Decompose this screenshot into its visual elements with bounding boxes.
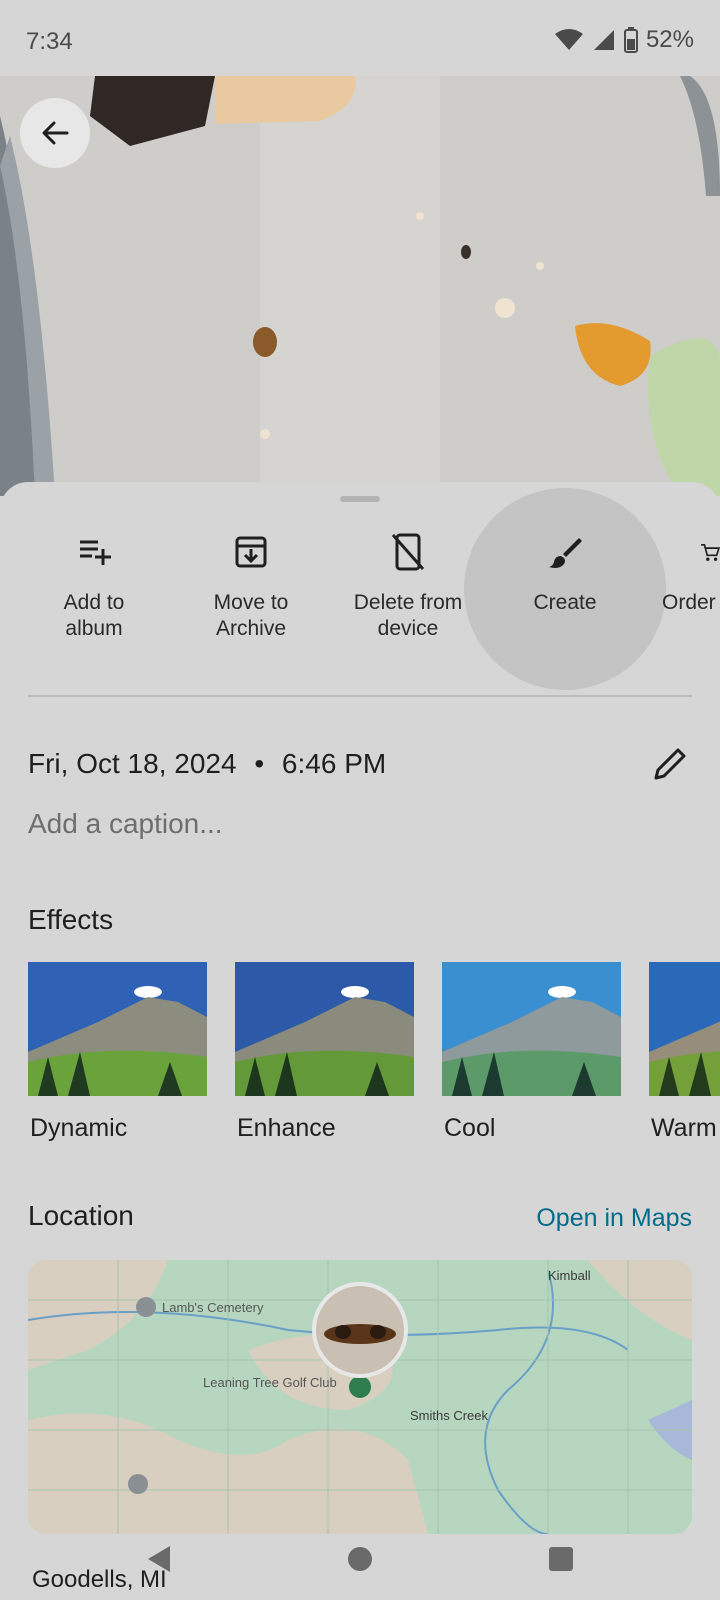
move-to-archive-button[interactable]: Move to Archive bbox=[173, 520, 329, 670]
wifi-icon bbox=[554, 29, 583, 50]
effect-label: Dynamic bbox=[30, 1114, 128, 1142]
action-label: Add to bbox=[63, 591, 125, 614]
effect-label: Enhance bbox=[237, 1114, 336, 1142]
effect-warm[interactable]: Warm bbox=[649, 962, 720, 1143]
action-row: Add to album Move to Archive Delete from de… bbox=[0, 520, 720, 680]
nav-home-icon[interactable] bbox=[347, 1546, 373, 1572]
divider bbox=[28, 695, 692, 697]
map-label-cemetery: Lamb's Cemetery bbox=[162, 1300, 264, 1315]
photo-view[interactable] bbox=[0, 76, 720, 496]
action-label: Move to bbox=[213, 591, 289, 614]
effect-thumbnail bbox=[649, 962, 720, 1096]
effects-title: Effects bbox=[28, 904, 114, 935]
sheet-drag-handle[interactable] bbox=[340, 496, 380, 502]
phone-delete-icon bbox=[391, 533, 425, 571]
pencil-icon bbox=[654, 748, 686, 780]
effect-label: Cool bbox=[444, 1114, 496, 1142]
effect-enhance[interactable]: Enhance bbox=[235, 962, 414, 1143]
nav-recents-icon[interactable] bbox=[548, 1546, 574, 1572]
battery-icon bbox=[623, 27, 638, 53]
effect-cool[interactable]: Cool bbox=[442, 962, 621, 1143]
add-to-album-button[interactable]: Add to album bbox=[16, 520, 172, 670]
location-title: Location bbox=[28, 1200, 134, 1231]
location-place-name: Goodells, MI bbox=[32, 1566, 167, 1593]
status-icons: 52% bbox=[554, 26, 694, 54]
photo-image bbox=[0, 76, 720, 496]
cart-icon bbox=[701, 543, 720, 561]
effect-dynamic[interactable]: Dynamic bbox=[28, 962, 207, 1143]
status-bar: 7:34 52% bbox=[0, 0, 720, 76]
map-label-smiths-creek: Smiths Creek bbox=[410, 1408, 489, 1423]
brush-icon bbox=[549, 538, 582, 568]
open-in-maps-link[interactable]: Open in Maps bbox=[536, 1204, 692, 1233]
signal-icon bbox=[593, 30, 614, 50]
action-label: Archive bbox=[215, 617, 287, 640]
action-label: Delete from bbox=[353, 591, 463, 614]
effects-row: Dynamic Enhance Cool Warm bbox=[0, 962, 720, 1142]
location-map[interactable]: Kimball Lamb's Cemetery Leaning Tree Gol… bbox=[28, 1260, 692, 1534]
photo-datetime: Fri, Oct 18, 2024 • 6:46 PM bbox=[28, 748, 386, 780]
battery-percent: 52% bbox=[645, 26, 694, 53]
playlist-add-icon bbox=[80, 540, 111, 565]
effect-thumbnail bbox=[235, 962, 414, 1096]
action-label: Order bbox=[662, 591, 716, 614]
photo-time: 6:46 PM bbox=[281, 748, 387, 779]
effect-label: Warm bbox=[651, 1114, 717, 1142]
edit-datetime-button[interactable] bbox=[650, 744, 690, 789]
action-label: device bbox=[377, 617, 439, 640]
separator-dot: • bbox=[254, 748, 265, 779]
order-button[interactable]: Order bbox=[644, 520, 720, 670]
map-label-golf: Leaning Tree Golf Club bbox=[203, 1375, 337, 1390]
map-image bbox=[28, 1260, 692, 1534]
action-label: album bbox=[65, 617, 123, 640]
effect-thumbnail bbox=[442, 962, 621, 1096]
photo-date: Fri, Oct 18, 2024 bbox=[28, 748, 237, 779]
status-time: 7:34 bbox=[26, 28, 73, 55]
effect-thumbnail bbox=[28, 962, 207, 1096]
action-label: Create bbox=[533, 591, 597, 614]
map-label-kimball: Kimball bbox=[548, 1268, 591, 1283]
back-button[interactable] bbox=[20, 98, 90, 168]
back-arrow-icon bbox=[42, 121, 69, 145]
archive-icon bbox=[235, 536, 267, 568]
create-button[interactable]: Create bbox=[487, 520, 643, 670]
caption-input[interactable]: Add a caption... bbox=[28, 808, 223, 840]
delete-from-device-button[interactable]: Delete from device bbox=[330, 520, 486, 670]
